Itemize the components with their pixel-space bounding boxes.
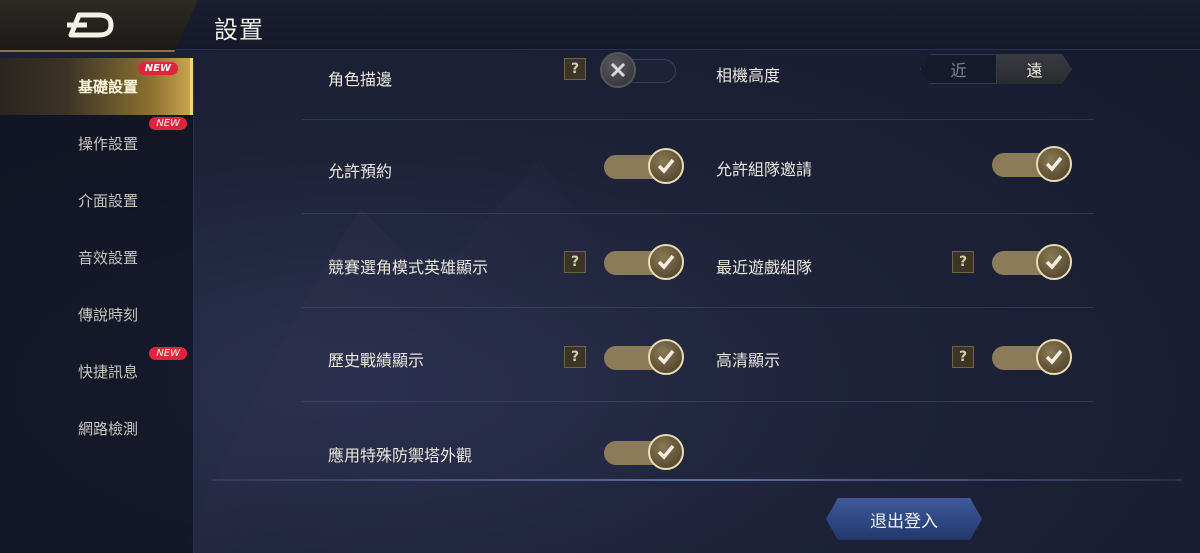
sidebar-item-label: 傳說時刻	[78, 306, 139, 324]
setting-label: 競賽選角模式英雄顯示	[328, 258, 489, 277]
new-badge: NEW	[137, 62, 178, 75]
toggle-knob	[1036, 339, 1072, 375]
setting-label: 相機高度	[716, 66, 781, 85]
new-badge: NEW	[149, 117, 187, 130]
toggle-knob	[648, 339, 684, 375]
camera-height-selector: 近 遠	[920, 54, 1072, 84]
settings-row: 歷史戰績顯示 ? 高清顯示 ?	[302, 308, 1094, 402]
sidebar-item-sound[interactable]: 音效設置	[0, 229, 193, 286]
setting-label: 最近遊戲組隊	[716, 258, 813, 277]
camera-near-option[interactable]: 近	[920, 54, 997, 84]
help-button[interactable]: ?	[564, 346, 586, 368]
setting-recent-team: 最近遊戲組隊 ?	[690, 214, 1072, 308]
help-button[interactable]: ?	[952, 251, 974, 273]
sidebar-item-interface[interactable]: 介面設置	[0, 172, 193, 229]
setting-history-display: 歷史戰績顯示 ?	[302, 308, 684, 402]
help-button[interactable]: ?	[564, 251, 586, 273]
setting-special-tower: 應用特殊防禦塔外觀	[302, 402, 684, 496]
check-icon	[1045, 156, 1063, 172]
history-display-toggle[interactable]	[604, 339, 684, 375]
toggle-knob	[648, 434, 684, 470]
divider	[212, 479, 1182, 481]
setting-outline: 角色描邊 ?	[302, 26, 682, 120]
setting-label: 允許組隊邀請	[716, 160, 813, 179]
setting-label: 歷史戰績顯示	[328, 351, 425, 370]
check-icon	[657, 254, 675, 270]
back-button[interactable]	[0, 0, 198, 52]
help-button[interactable]: ?	[952, 346, 974, 368]
setting-label: 應用特殊防禦塔外觀	[328, 446, 473, 465]
check-icon	[1045, 349, 1063, 365]
sidebar-item-label: 介面設置	[78, 192, 139, 210]
toggle-knob	[600, 52, 636, 88]
check-icon	[1045, 254, 1063, 270]
sidebar-item-label: 快捷訊息	[78, 363, 139, 381]
setting-allow-team-invite: 允許組隊邀請	[690, 120, 1072, 214]
sidebar-item-label: 音效設置	[78, 249, 139, 267]
sidebar-item-label: 網路檢測	[78, 420, 139, 438]
setting-hd-display: 高清顯示 ?	[690, 308, 1072, 402]
toggle-knob	[648, 244, 684, 280]
sidebar-item-label: 基礎設置	[78, 78, 139, 96]
sidebar: 基礎設置 NEW 操作設置 NEW 介面設置 音效設置 傳說時刻 快捷訊息 NE…	[0, 58, 194, 553]
special-tower-toggle[interactable]	[604, 434, 684, 470]
setting-label: 允許預約	[328, 162, 393, 181]
help-button[interactable]: ?	[564, 58, 586, 80]
check-icon	[657, 444, 675, 460]
allow-reservation-toggle[interactable]	[604, 148, 684, 184]
toggle-knob	[1036, 244, 1072, 280]
setting-label: 高清顯示	[716, 351, 781, 370]
ranked-hero-display-toggle[interactable]	[604, 244, 684, 280]
setting-camera-height: 相機高度 近 遠	[690, 26, 1070, 120]
page-title: 設置	[214, 16, 264, 44]
allow-team-invite-toggle[interactable]	[992, 146, 1072, 182]
check-icon	[657, 349, 675, 365]
hd-display-toggle[interactable]	[992, 339, 1072, 375]
setting-ranked-hero-display: 競賽選角模式英雄顯示 ?	[302, 214, 684, 308]
sidebar-item-network-test[interactable]: 網路檢測	[0, 400, 193, 457]
check-icon	[657, 158, 675, 174]
outline-toggle[interactable]	[600, 52, 680, 88]
setting-allow-reservation: 允許預約	[302, 120, 684, 214]
sidebar-item-legend-moments[interactable]: 傳說時刻	[0, 286, 193, 343]
setting-label: 角色描邊	[328, 70, 393, 89]
new-badge: NEW	[149, 347, 187, 360]
settings-row: 允許預約 允許組隊邀請	[302, 120, 1094, 214]
sidebar-item-label: 操作設置	[78, 135, 139, 153]
camera-far-option[interactable]: 遠	[997, 54, 1072, 84]
sidebar-item-controls[interactable]: 操作設置 NEW	[0, 115, 193, 172]
logout-button[interactable]: 退出登入	[826, 498, 982, 540]
toggle-knob	[648, 148, 684, 184]
recent-team-toggle[interactable]	[992, 244, 1072, 280]
sidebar-item-quick-messages[interactable]: 快捷訊息 NEW	[0, 343, 193, 400]
back-arrow-icon	[67, 12, 114, 38]
settings-row: 角色描邊 ? 相機高度 近 遠	[302, 26, 1094, 120]
toggle-knob	[1036, 146, 1072, 182]
settings-row: 競賽選角模式英雄顯示 ? 最近遊戲組隊 ?	[302, 214, 1094, 308]
sidebar-item-basic[interactable]: 基礎設置 NEW	[0, 58, 193, 115]
settings-row: 應用特殊防禦塔外觀	[302, 402, 1094, 478]
x-icon	[610, 62, 626, 78]
